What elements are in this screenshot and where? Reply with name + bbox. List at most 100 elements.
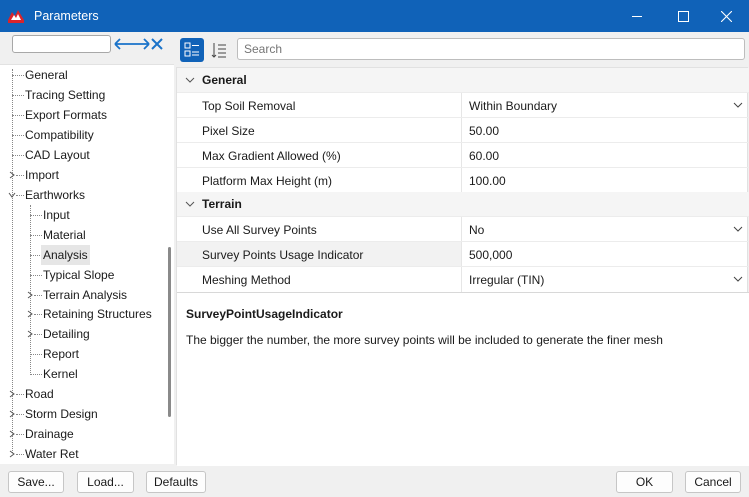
category-label: General [202, 73, 247, 87]
tree-connector [16, 454, 24, 455]
property-grid: General Top Soil Removal Within Boundary… [176, 67, 749, 466]
property-value[interactable]: 500,000 [469, 248, 512, 262]
tree-connector [34, 334, 42, 335]
tree-connector [12, 75, 24, 76]
tree-item-report[interactable]: Report [43, 344, 79, 364]
tree-connector [30, 275, 42, 276]
tree-connector [34, 314, 42, 315]
tree-item-import[interactable]: Import [25, 165, 59, 185]
description-panel: SurveyPointUsageIndicator The bigger the… [177, 292, 749, 466]
chevron-right-icon[interactable] [26, 310, 34, 318]
tree-connector [34, 295, 42, 296]
property-row-platform-max-height[interactable]: Platform Max Height (m) 100.00 [177, 167, 749, 193]
tree-connector [12, 95, 24, 96]
chevron-down-icon[interactable] [733, 226, 743, 233]
property-value[interactable]: No [469, 223, 484, 237]
defaults-button[interactable]: Defaults [146, 471, 206, 493]
tree-item-road[interactable]: Road [25, 384, 54, 404]
tree-connector [30, 235, 42, 236]
categorized-view-button[interactable] [180, 38, 204, 62]
column-divider [461, 242, 462, 267]
load-button[interactable]: Load... [77, 471, 134, 493]
tree-item-general[interactable]: General [25, 65, 68, 85]
sort-alphabetical-icon [211, 43, 226, 58]
category-tree[interactable]: General Tracing Setting Export Formats C… [0, 64, 174, 464]
tree-item-kernel[interactable]: Kernel [43, 364, 78, 384]
tree-connector [16, 394, 24, 395]
category-header-terrain[interactable]: Terrain [177, 192, 749, 216]
tree-item-earthworks[interactable]: Earthworks [25, 185, 85, 205]
tree-connector [16, 175, 24, 176]
property-row-meshing-method[interactable]: Meshing Method Irregular (TIN) [177, 266, 749, 292]
property-row-pixel-size[interactable]: Pixel Size 50.00 [177, 117, 749, 143]
tree-item-water-ret[interactable]: Water Ret [25, 444, 79, 464]
description-text: The bigger the number, the more survey p… [186, 333, 663, 347]
chevron-right-icon[interactable] [8, 430, 16, 438]
column-divider [461, 168, 462, 193]
property-row-top-soil-removal[interactable]: Top Soil Removal Within Boundary [177, 92, 749, 118]
tree-scrollbar[interactable] [168, 247, 171, 417]
chevron-right-icon[interactable] [8, 390, 16, 398]
chevron-right-icon[interactable] [8, 450, 16, 458]
minimize-button[interactable] [614, 0, 660, 32]
tree-item-retaining-structures[interactable]: Retaining Structures [43, 304, 152, 324]
window-title: Parameters [34, 9, 99, 23]
tree-guide-line [30, 205, 31, 375]
tree-connector [16, 434, 24, 435]
property-name: Pixel Size [202, 124, 255, 138]
maximize-button[interactable] [660, 0, 706, 32]
column-divider [461, 217, 462, 242]
tree-item-terrain-analysis[interactable]: Terrain Analysis [43, 285, 127, 305]
chevron-down-icon[interactable] [8, 191, 16, 199]
tree-item-typical-slope[interactable]: Typical Slope [43, 265, 114, 285]
property-value[interactable]: 50.00 [469, 124, 499, 138]
tree-item-tracing-setting[interactable]: Tracing Setting [25, 85, 105, 105]
tree-item-storm-design[interactable]: Storm Design [25, 404, 98, 424]
cancel-button[interactable]: Cancel [685, 471, 741, 493]
property-name: Survey Points Usage Indicator [202, 248, 364, 262]
expand-collapse-arrows-icon[interactable] [114, 37, 150, 51]
tree-item-compatibility[interactable]: Compatibility [25, 125, 94, 145]
save-button[interactable]: Save... [8, 471, 64, 493]
chevron-right-icon[interactable] [8, 410, 16, 418]
tree-item-analysis[interactable]: Analysis [41, 245, 90, 265]
ok-button[interactable]: OK [616, 471, 673, 493]
title-bar[interactable]: Parameters [0, 0, 749, 32]
property-value[interactable]: 60.00 [469, 149, 499, 163]
chevron-down-icon[interactable] [185, 76, 195, 84]
tree-item-input[interactable]: Input [43, 205, 70, 225]
tree-item-cad-layout[interactable]: CAD Layout [25, 145, 90, 165]
tree-item-material[interactable]: Material [43, 225, 86, 245]
close-icon [720, 10, 732, 22]
property-row-use-all-survey-points[interactable]: Use All Survey Points No [177, 216, 749, 242]
maximize-icon [677, 10, 689, 22]
chevron-right-icon[interactable] [8, 171, 16, 179]
property-value[interactable]: 100.00 [469, 174, 506, 188]
tree-connector [30, 374, 42, 375]
column-divider [461, 267, 462, 292]
tree-connector [30, 255, 40, 256]
tree-search-input[interactable] [12, 35, 111, 53]
property-value[interactable]: Irregular (TIN) [469, 273, 544, 287]
clear-search-icon[interactable] [150, 36, 164, 52]
tree-connector [16, 414, 24, 415]
chevron-down-icon[interactable] [733, 102, 743, 109]
category-header-general[interactable]: General [177, 68, 749, 92]
column-divider [461, 143, 462, 168]
property-value[interactable]: Within Boundary [469, 99, 557, 113]
alphabetical-view-button[interactable] [207, 38, 231, 62]
property-row-max-gradient[interactable]: Max Gradient Allowed (%) 60.00 [177, 142, 749, 168]
chevron-right-icon[interactable] [26, 291, 34, 299]
property-name: Meshing Method [202, 273, 291, 287]
property-name: Top Soil Removal [202, 99, 296, 113]
chevron-right-icon[interactable] [26, 330, 34, 338]
property-row-survey-points-usage-indicator[interactable]: Survey Points Usage Indicator 500,000 [177, 241, 749, 267]
chevron-down-icon[interactable] [185, 200, 195, 208]
tree-item-detailing[interactable]: Detailing [43, 324, 90, 344]
close-button[interactable] [703, 0, 749, 32]
tree-connector [30, 215, 42, 216]
tree-item-drainage[interactable]: Drainage [25, 424, 74, 444]
tree-item-export-formats[interactable]: Export Formats [25, 105, 107, 125]
property-search-input[interactable] [237, 38, 745, 60]
chevron-down-icon[interactable] [733, 276, 743, 283]
